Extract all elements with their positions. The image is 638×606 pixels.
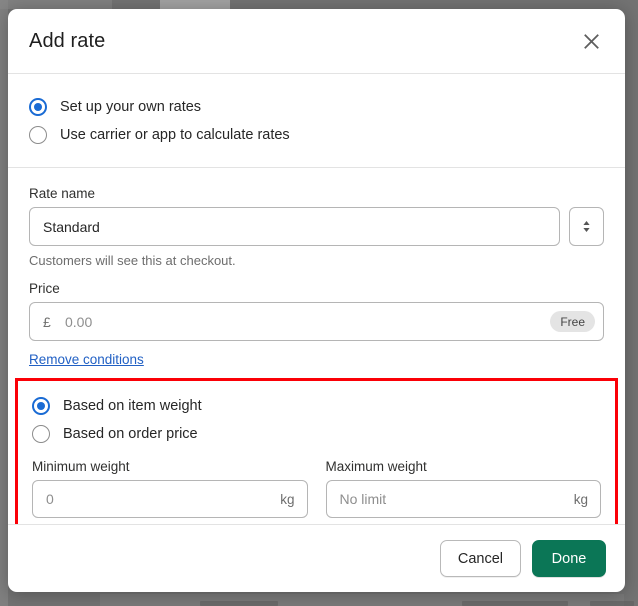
maximum-weight-input[interactable]: [325, 480, 601, 518]
backdrop-text-line: [590, 601, 634, 606]
rate-source-group: Set up your own rates Use carrier or app…: [8, 74, 625, 168]
radio-label: Use carrier or app to calculate rates: [60, 127, 290, 143]
radio-based-on-item-weight[interactable]: Based on item weight: [32, 392, 601, 420]
add-rate-modal: Add rate Set up your own rates Use carri…: [8, 9, 625, 592]
page-title: Add rate: [29, 29, 106, 52]
price-input[interactable]: [29, 302, 604, 341]
radio-selected-icon: [29, 98, 47, 116]
close-icon: [583, 33, 599, 49]
maximum-weight-input-wrap: kg: [325, 480, 601, 518]
backdrop-text-line: [462, 601, 568, 606]
rate-name-row: [29, 207, 604, 246]
rate-name-stepper-button[interactable]: [568, 207, 604, 246]
radio-label: Based on order price: [63, 426, 198, 442]
price-label: Price: [29, 281, 60, 296]
modal-footer: Cancel Done: [8, 524, 625, 592]
backdrop-text-line: [200, 601, 278, 606]
rate-name-help-text: Customers will see this at checkout.: [29, 253, 236, 268]
radio-selected-icon: [32, 397, 50, 415]
modal-body: Set up your own rates Use carrier or app…: [8, 74, 625, 524]
minimum-weight-field: Minimum weight kg: [32, 459, 308, 518]
backdrop-top-button: [160, 0, 230, 9]
radio-unselected-icon: [32, 425, 50, 443]
minimum-weight-input-wrap: kg: [32, 480, 308, 518]
weight-fields-row: Minimum weight kg Maximum weight kg: [32, 459, 601, 518]
minimum-weight-label: Minimum weight: [32, 459, 130, 474]
maximum-weight-field: Maximum weight kg: [325, 459, 601, 518]
price-row: £ 0.00 Free: [29, 302, 604, 341]
remove-conditions-link[interactable]: Remove conditions: [29, 352, 144, 367]
rate-name-label: Rate name: [29, 186, 96, 201]
radio-use-carrier-or-app[interactable]: Use carrier or app to calculate rates: [29, 121, 604, 149]
backdrop-top-strip: [0, 0, 112, 9]
modal-header: Add rate: [8, 9, 625, 74]
close-button[interactable]: [574, 24, 608, 58]
radio-label: Set up your own rates: [60, 99, 202, 115]
minimum-weight-input[interactable]: [32, 480, 308, 518]
fields-section: Rate name Customers will see this at che…: [8, 168, 625, 369]
chevron-up-down-icon: [583, 221, 590, 232]
rate-name-input[interactable]: [29, 207, 560, 246]
radio-unselected-icon: [29, 126, 47, 144]
backdrop-left-strip: [0, 0, 8, 606]
radio-label: Based on item weight: [63, 398, 202, 414]
radio-set-up-your-own-rates[interactable]: Set up your own rates: [29, 93, 604, 121]
maximum-weight-label: Maximum weight: [325, 459, 427, 474]
radio-based-on-order-price[interactable]: Based on order price: [32, 420, 601, 448]
cancel-button[interactable]: Cancel: [439, 540, 521, 577]
conditions-highlight-box: Based on item weight Based on order pric…: [15, 378, 618, 524]
done-button[interactable]: Done: [532, 540, 606, 577]
